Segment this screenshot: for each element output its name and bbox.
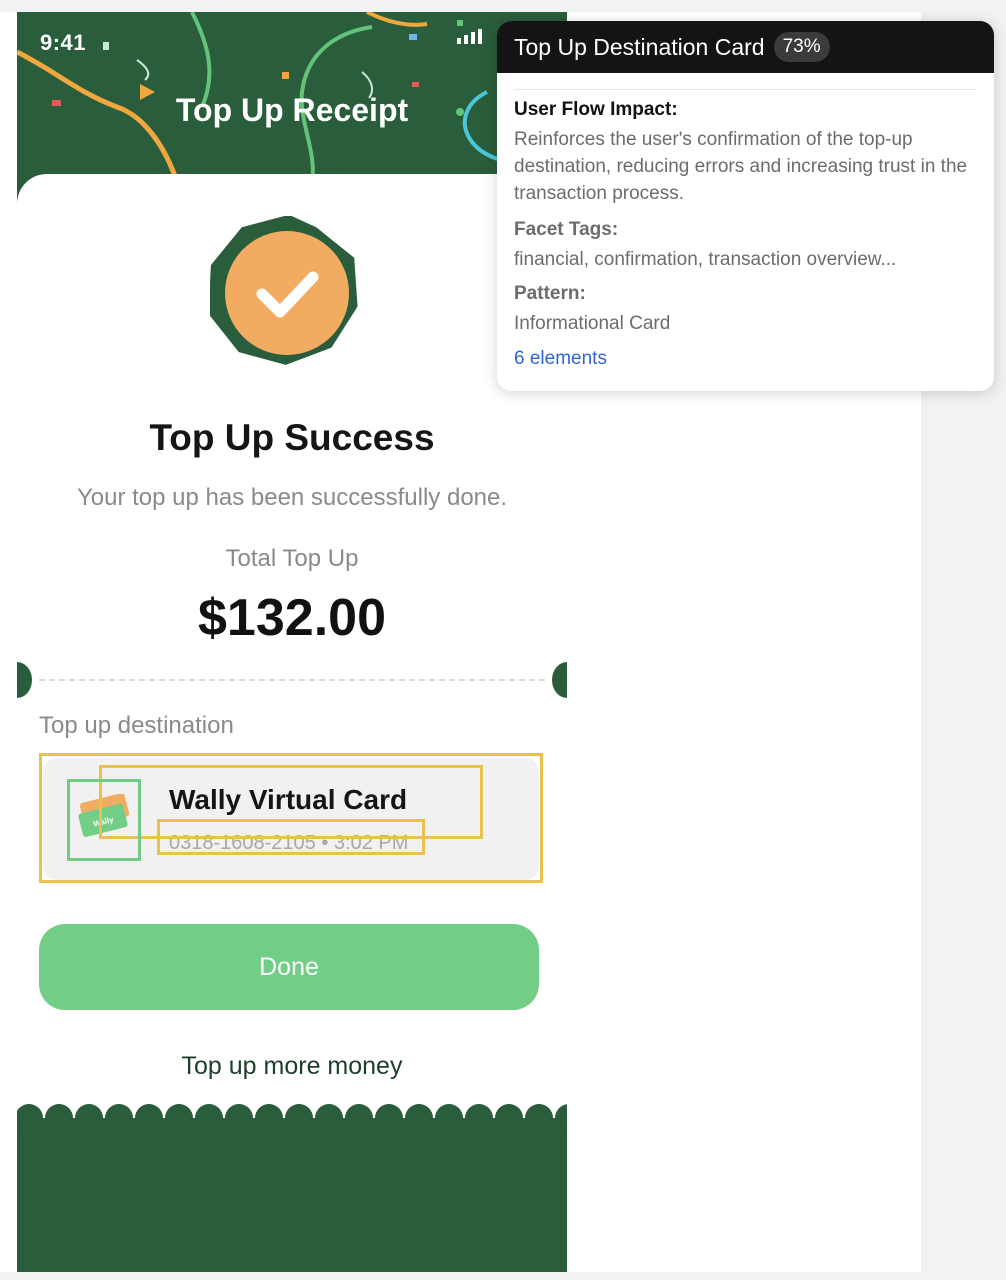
tags-text: financial, confirmation, transaction ove…	[514, 249, 897, 270]
destination-label: Top up destination	[39, 712, 234, 739]
total-label: Total Top Up	[225, 545, 359, 572]
top-up-more-link[interactable]: Top up more money	[17, 1052, 567, 1081]
signal-icon	[457, 29, 482, 44]
popup-divider	[514, 89, 976, 90]
confidence-badge: 73%	[773, 32, 830, 62]
elements-link[interactable]: 6 elements	[514, 348, 976, 370]
pattern-heading: Pattern:	[514, 283, 586, 304]
done-button[interactable]: Done	[39, 924, 539, 1010]
phone-screen: 9:41 Top Up Receipt Top Up Success Your …	[17, 12, 567, 1272]
total-amount: $132.00	[198, 589, 386, 647]
success-title: Top Up Success	[149, 417, 435, 458]
card-number-time: 0318-1608-2105 • 3:02 PM	[169, 832, 409, 854]
status-bar-time: 9:41	[40, 30, 87, 55]
destination-card[interactable]: Wally Wally Virtual Card 0318-1608-2105 …	[43, 758, 539, 880]
tags-heading: Facet Tags:	[514, 219, 619, 240]
impact-heading: User Flow Impact:	[514, 99, 678, 120]
wally-card-icon: Wally	[78, 794, 130, 837]
popup-title: Top Up Destination Card	[514, 33, 765, 60]
card-name: Wally Virtual Card	[169, 784, 408, 815]
popup-header: Top Up Destination Card 73%	[497, 21, 994, 73]
scalloped-footer	[17, 1104, 567, 1272]
check-badge-icon	[210, 216, 358, 365]
screen-title: Top Up Receipt	[175, 92, 409, 128]
pattern-text: Informational Card	[514, 313, 671, 334]
popup-body: User Flow Impact: Reinforces the user's …	[514, 99, 976, 370]
success-description: Your top up has been successfully done.	[76, 484, 508, 511]
annotation-popup: Top Up Destination Card 73% User Flow Im…	[497, 21, 994, 391]
dashed-divider	[39, 679, 545, 681]
impact-text: Reinforces the user's confirmation of th…	[514, 129, 968, 204]
